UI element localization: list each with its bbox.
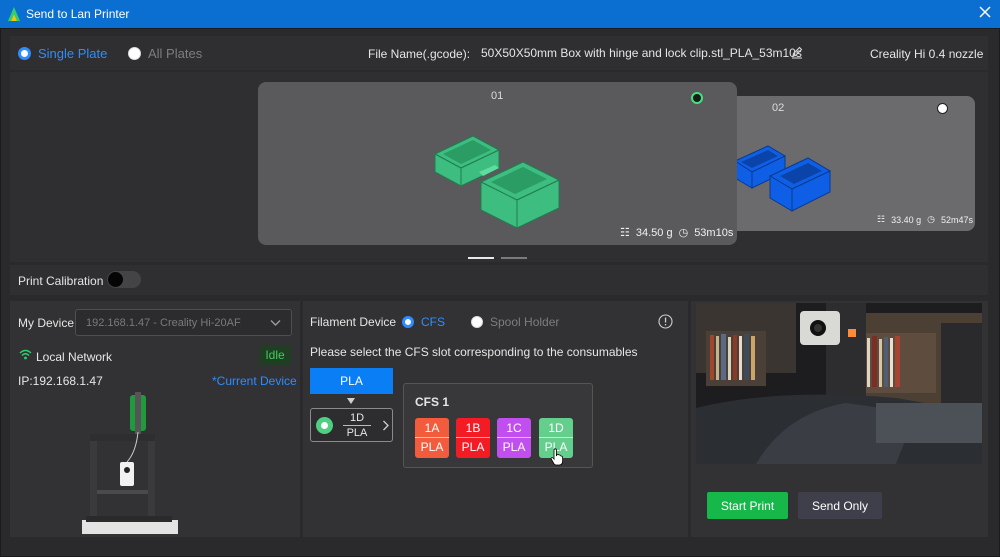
- slot-id: 1A: [424, 421, 440, 435]
- cfs-radio[interactable]: CFS: [402, 315, 445, 329]
- clock-icon: ◷: [927, 214, 935, 224]
- chevron-right-icon: [383, 420, 389, 431]
- printer-profile: Creality Hi 0.4 nozzle: [870, 47, 984, 61]
- radio-selected-icon: [402, 316, 414, 328]
- slot-id: 1C: [506, 421, 522, 435]
- plate-select-radio-active[interactable]: [691, 92, 703, 104]
- cfs-slot-1b[interactable]: 1B PLA: [456, 418, 490, 458]
- clock-icon: ◷: [678, 227, 689, 239]
- assigned-slot-id: 1D: [349, 412, 365, 424]
- plate-02-model: [733, 145, 832, 212]
- arrow-down-icon: [347, 398, 355, 404]
- cfs-popup-title: CFS 1: [415, 395, 450, 409]
- cfs-slot-1a[interactable]: 1A PLA: [415, 418, 449, 458]
- plate-meta: ☷ 33.40 g ◷ 52m47s: [877, 214, 973, 225]
- calibration-label: Print Calibration: [18, 274, 104, 288]
- send-only-button[interactable]: Send Only: [798, 492, 882, 519]
- cfs-slot-popup: CFS 1 1A PLA 1B PLA 1C PLA 1D PLA: [403, 383, 593, 468]
- cfs-slot-1c[interactable]: 1C PLA: [497, 418, 531, 458]
- plate-time: 53m10s: [694, 226, 734, 239]
- current-device-label: *Current Device: [212, 374, 297, 388]
- radio-selected-icon: [18, 47, 31, 60]
- all-plates-label: All Plates: [148, 46, 203, 61]
- device-select[interactable]: 192.168.1.47 - Creality Hi-20AF: [75, 309, 292, 336]
- radio-unselected-icon: [471, 316, 483, 328]
- chevron-down-icon: [270, 320, 281, 326]
- filament-weight-icon: ☷: [620, 227, 630, 239]
- carousel-page-indicator-2[interactable]: [501, 257, 527, 259]
- slot-material: PLA: [420, 440, 444, 454]
- assigned-slot-material: PLA: [346, 427, 368, 439]
- single-plate-label: Single Plate: [38, 46, 108, 61]
- plate-meta: ☷ 34.50 g ◷ 53m10s: [620, 226, 734, 240]
- network-label: Local Network: [36, 350, 113, 364]
- info-icon[interactable]: [658, 314, 673, 329]
- plate-weight: 34.50 g: [635, 226, 673, 239]
- slot-color-swatch: [316, 417, 333, 434]
- camera-feed-image: [696, 303, 982, 464]
- plate-select-radio[interactable]: [937, 103, 948, 114]
- slot-id: 1D: [548, 421, 564, 435]
- creality-logo-icon: [8, 7, 20, 21]
- filament-device-label: Filament Device: [310, 315, 397, 329]
- single-plate-radio[interactable]: Single Plate: [18, 46, 107, 61]
- plate-01-model: [433, 135, 561, 229]
- device-select-value: 192.168.1.47 - Creality Hi-20AF: [86, 316, 241, 329]
- slot-material: PLA: [502, 440, 526, 454]
- toggle-knob: [108, 272, 123, 287]
- status-badge: Idle: [259, 345, 291, 365]
- spool-holder-label: Spool Holder: [490, 315, 560, 329]
- calibration-bar: Print Calibration: [10, 265, 988, 295]
- wifi-icon: [19, 349, 32, 360]
- plate-time: 52m47s: [940, 214, 973, 225]
- slot-id: 1B: [465, 421, 481, 435]
- device-ip: IP:192.168.1.47: [18, 374, 103, 388]
- window-title: Send to Lan Printer: [26, 7, 130, 21]
- title-bar: Send to Lan Printer: [0, 0, 1000, 28]
- plate-card-01[interactable]: 01 ☷ 34.50 g ◷ 53m10s: [258, 82, 737, 245]
- assigned-slot-selector[interactable]: 1D PLA: [310, 408, 393, 442]
- all-plates-radio[interactable]: All Plates: [128, 46, 202, 61]
- printer-image: [82, 392, 178, 534]
- plate-id: 02: [772, 102, 785, 114]
- plate-weight: 33.40 g: [891, 214, 922, 225]
- cfs-label: CFS: [421, 315, 445, 329]
- start-print-button[interactable]: Start Print: [707, 492, 788, 519]
- file-name-label: File Name(.gcode):: [368, 47, 471, 61]
- calibration-toggle[interactable]: [107, 271, 141, 288]
- hand-cursor-icon: [550, 448, 563, 466]
- close-icon[interactable]: [978, 5, 992, 19]
- plate-card-02[interactable]: 02 ☷ 33.40 g ◷ 52m47s: [720, 96, 975, 231]
- slot-divider: [343, 425, 371, 426]
- carousel-page-indicator-1[interactable]: [468, 257, 494, 259]
- my-device-label: My Device: [18, 316, 75, 330]
- material-pla-button[interactable]: PLA: [310, 368, 393, 394]
- file-name-value: 50X50X50mm Box with hinge and lock clip.…: [481, 46, 802, 60]
- spool-holder-radio[interactable]: Spool Holder: [471, 315, 559, 329]
- plate-id: 01: [491, 90, 504, 102]
- edit-pencil-icon[interactable]: [790, 45, 804, 59]
- cfs-hint: Please select the CFS slot corresponding…: [310, 345, 638, 359]
- radio-unselected-icon: [128, 47, 141, 60]
- filament-weight-icon: ☷: [877, 214, 886, 224]
- slot-material: PLA: [461, 440, 485, 454]
